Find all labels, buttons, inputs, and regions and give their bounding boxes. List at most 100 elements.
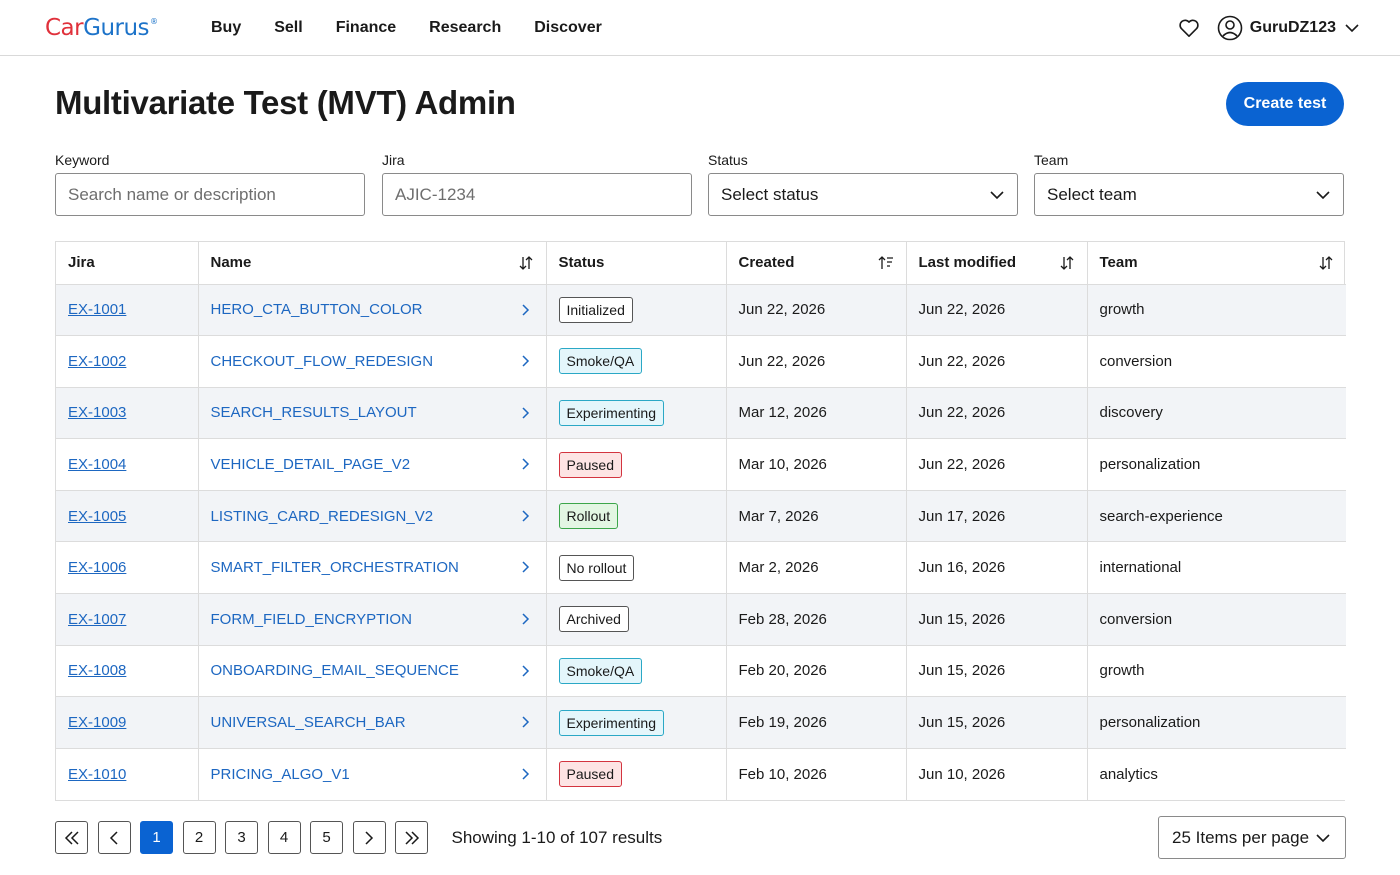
prev-page-button[interactable] [97, 821, 131, 854]
sort-ascending-icon[interactable] [878, 255, 894, 271]
jira-link[interactable]: EX-1010 [68, 766, 126, 783]
user-account-icon[interactable] [1217, 15, 1243, 41]
chevron-right-icon[interactable] [520, 303, 532, 317]
table-row[interactable]: EX-1004 VEHICLE_DETAIL_PAGE_V2 Paused Mar 1… [56, 438, 1346, 491]
jira-link[interactable]: EX-1007 [68, 611, 126, 628]
sort-icon[interactable] [518, 255, 534, 271]
jira-cell: EX-1001 [56, 284, 199, 336]
nav-item-sell[interactable]: Sell [274, 19, 302, 37]
table-row[interactable]: EX-1010 PRICING_ALGO_V1 Paused Feb 10, 2026… [56, 748, 1346, 800]
test-name-link[interactable]: PRICING_ALGO_V1 [211, 766, 350, 783]
sort-icon[interactable] [1059, 255, 1075, 271]
chevron-right-icon[interactable] [520, 457, 532, 471]
test-name-link[interactable]: FORM_FIELD_ENCRYPTION [211, 611, 412, 628]
last-modified-cell: Jun 15, 2026 [906, 645, 1088, 697]
create-test-button[interactable]: Create test [1226, 82, 1344, 126]
chevron-right-icon[interactable] [520, 715, 532, 729]
table-row[interactable]: EX-1006 SMART_FILTER_ORCHESTRATION No roll… [56, 541, 1346, 594]
status-badge: Smoke/QA [558, 348, 643, 375]
status-filter: Status Select status [708, 152, 1018, 216]
nav-item-discover[interactable]: Discover [534, 19, 602, 37]
jira-link[interactable]: EX-1006 [68, 559, 126, 576]
cargurus-logo[interactable]: Car Gurus ® [45, 14, 158, 42]
nav-item-buy[interactable]: Buy [211, 19, 241, 37]
status-select[interactable]: Select status [708, 173, 1018, 216]
page-button-3[interactable]: 3 [225, 821, 258, 854]
test-name-link[interactable]: ONBOARDING_EMAIL_SEQUENCE [211, 662, 459, 679]
table-row[interactable]: EX-1009 UNIVERSAL_SEARCH_BAR Experimenting… [56, 696, 1346, 749]
chevron-right-icon[interactable] [520, 406, 532, 420]
jira-input[interactable] [395, 184, 679, 205]
test-name-link[interactable]: CHECKOUT_FLOW_REDESIGN [211, 353, 434, 370]
status-cell: Initialized [546, 284, 727, 336]
created-cell: Feb 28, 2026 [726, 593, 907, 646]
items-per-page-select[interactable]: 25 Items per page [1158, 816, 1346, 859]
jira-cell: EX-1010 [56, 748, 199, 800]
test-name-link[interactable]: SEARCH_RESULTS_LAYOUT [211, 404, 417, 421]
name-cell[interactable]: VEHICLE_DETAIL_PAGE_V2 [198, 438, 547, 491]
last-page-button[interactable] [395, 821, 428, 854]
test-name-link[interactable]: VEHICLE_DETAIL_PAGE_V2 [211, 456, 411, 473]
username-label[interactable]: GuruDZ123 [1250, 19, 1336, 37]
chevron-right-icon[interactable] [520, 354, 532, 368]
name-cell[interactable]: SEARCH_RESULTS_LAYOUT [198, 387, 547, 439]
logo-registered-mark: ® [150, 17, 158, 26]
nav-item-research[interactable]: Research [429, 19, 501, 37]
col-header-name[interactable]: Name [198, 242, 547, 284]
name-cell[interactable]: HERO_CTA_BUTTON_COLOR [198, 284, 547, 336]
chevron-right-icon[interactable] [520, 767, 532, 781]
table-row[interactable]: EX-1002 CHECKOUT_FLOW_REDESIGN Smoke/QA Jun… [56, 335, 1346, 388]
name-cell[interactable]: CHECKOUT_FLOW_REDESIGN [198, 335, 547, 388]
last-modified-cell: Jun 17, 2026 [906, 490, 1088, 542]
first-page-button[interactable] [55, 821, 88, 854]
col-header-jira: Jira [56, 242, 199, 284]
page-button-2[interactable]: 2 [182, 821, 216, 854]
page-button-4[interactable]: 4 [267, 821, 301, 854]
col-header-team[interactable]: Team [1087, 242, 1346, 284]
nav-item-finance[interactable]: Finance [336, 19, 396, 37]
chevron-right-icon[interactable] [520, 612, 532, 626]
table-row[interactable]: EX-1003 SEARCH_RESULTS_LAYOUT Experimentin… [56, 387, 1346, 439]
page-button-1[interactable]: 1 [140, 821, 173, 854]
table-body: EX-1001 HERO_CTA_BUTTON_COLOR Initialized J… [56, 284, 1346, 800]
name-cell[interactable]: UNIVERSAL_SEARCH_BAR [198, 696, 547, 749]
sort-icon[interactable] [1318, 255, 1334, 271]
test-name-link[interactable]: LISTING_CARD_REDESIGN_V2 [211, 508, 434, 525]
created-cell: Mar 2, 2026 [726, 541, 907, 594]
team-cell: analytics [1099, 765, 1158, 783]
jira-link[interactable]: EX-1002 [68, 353, 126, 370]
name-cell[interactable]: ONBOARDING_EMAIL_SEQUENCE [198, 645, 547, 697]
jira-link[interactable]: EX-1001 [68, 301, 126, 318]
table-row[interactable]: EX-1001 HERO_CTA_BUTTON_COLOR Initialized J… [56, 284, 1346, 336]
keyword-input[interactable] [68, 184, 352, 205]
test-name-link[interactable]: SMART_FILTER_ORCHESTRATION [211, 559, 459, 576]
page-button-5[interactable]: 5 [310, 821, 343, 854]
table-row[interactable]: EX-1007 FORM_FIELD_ENCRYPTION Archived Feb … [56, 593, 1346, 646]
heart-icon[interactable] [1177, 16, 1201, 40]
name-cell[interactable]: SMART_FILTER_ORCHESTRATION [198, 541, 547, 594]
jira-link[interactable]: EX-1004 [68, 456, 126, 473]
chevron-left-icon [109, 830, 118, 845]
jira-link[interactable]: EX-1005 [68, 508, 126, 525]
jira-link[interactable]: EX-1008 [68, 662, 126, 679]
status-badge: Initialized [558, 296, 633, 323]
chevron-right-icon[interactable] [520, 560, 532, 574]
team-select[interactable]: Select team [1034, 173, 1344, 216]
jira-link[interactable]: EX-1003 [68, 404, 126, 421]
jira-cell: EX-1002 [56, 335, 199, 388]
next-page-button[interactable] [352, 821, 386, 854]
col-header-created[interactable]: Created [726, 242, 907, 284]
test-name-link[interactable]: HERO_CTA_BUTTON_COLOR [211, 301, 423, 318]
chevron-right-icon[interactable] [520, 509, 532, 523]
table-row[interactable]: EX-1005 LISTING_CARD_REDESIGN_V2 Rollout Ma… [56, 490, 1346, 542]
account-area: GuruDZ123 [1177, 0, 1360, 56]
name-cell[interactable]: FORM_FIELD_ENCRYPTION [198, 593, 547, 646]
jira-link[interactable]: EX-1009 [68, 714, 126, 731]
name-cell[interactable]: LISTING_CARD_REDESIGN_V2 [198, 490, 547, 542]
col-header-last-modified[interactable]: Last modified [906, 242, 1088, 284]
test-name-link[interactable]: UNIVERSAL_SEARCH_BAR [211, 714, 406, 731]
chevron-right-icon[interactable] [520, 664, 532, 678]
chevron-down-icon[interactable] [1344, 20, 1360, 36]
name-cell[interactable]: PRICING_ALGO_V1 [198, 748, 547, 800]
table-row[interactable]: EX-1008 ONBOARDING_EMAIL_SEQUENCE Smoke/QA… [56, 645, 1346, 697]
